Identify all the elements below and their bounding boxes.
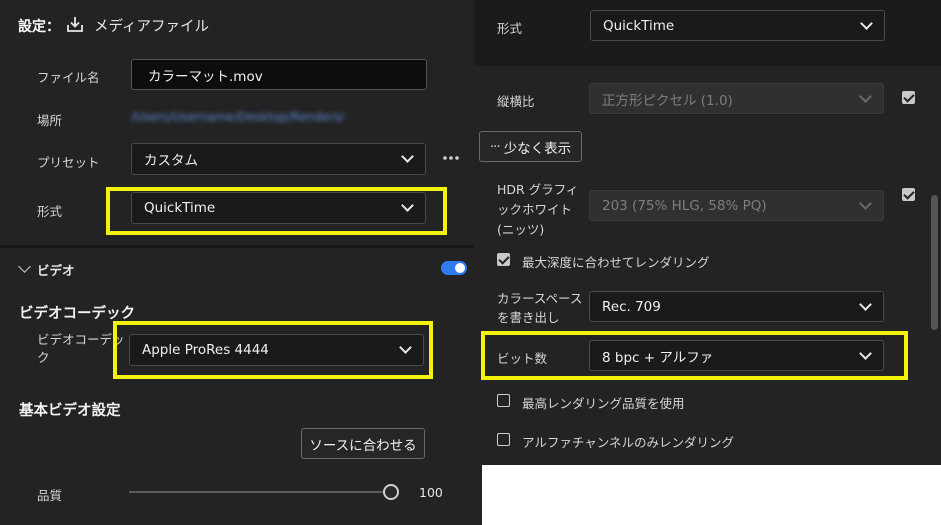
preset-dropdown[interactable]: カスタム bbox=[131, 143, 426, 175]
codec-label: ビデオコーデック bbox=[37, 332, 125, 365]
filename-label: ファイル名 bbox=[37, 70, 100, 85]
show-less-label: 少なく表示 bbox=[503, 140, 572, 157]
panel-edge bbox=[474, 465, 482, 525]
chevron-down-icon bbox=[859, 89, 872, 103]
quality-label: 品質 bbox=[37, 488, 63, 503]
scrollbar-thumb[interactable] bbox=[931, 195, 938, 330]
colorspace-dropdown[interactable]: Rec. 709 bbox=[589, 291, 884, 322]
highlight-box bbox=[106, 187, 447, 235]
highlight-box bbox=[481, 331, 908, 380]
alpha-only-label: アルファチャンネルのみレンダリング bbox=[522, 435, 735, 450]
chevron-down-icon bbox=[860, 16, 873, 30]
codec-section-title: ビデオコーデック bbox=[19, 306, 135, 322]
colorspace-label: カラースペースを書き出し bbox=[497, 291, 583, 325]
aspect-dropdown[interactable]: 正方形ピクセル (1.0) bbox=[589, 83, 884, 114]
download-icon bbox=[66, 15, 84, 33]
video-section-label: ビデオ bbox=[37, 263, 75, 278]
chevron-down-icon bbox=[859, 196, 872, 210]
more-icon: ··· bbox=[489, 138, 501, 155]
max-quality-label: 最高レンダリング品質を使用 bbox=[522, 396, 685, 411]
right-format-dropdown[interactable]: QuickTime bbox=[590, 10, 885, 41]
preset-label: プリセット bbox=[37, 155, 100, 170]
preset-value: カスタム bbox=[144, 153, 198, 169]
location-label: 場所 bbox=[37, 113, 63, 128]
show-less-button[interactable]: ··· 少なく表示 bbox=[479, 131, 582, 162]
aspect-label: 縦横比 bbox=[497, 94, 535, 109]
filename-value: カラーマット.mov bbox=[148, 68, 263, 85]
colorspace-value: Rec. 709 bbox=[602, 298, 661, 315]
hdr-dropdown[interactable]: 203 (75% HLG, 58% PQ) bbox=[589, 190, 884, 221]
hdr-label: HDR グラフィックホワイト (ニッツ) bbox=[497, 182, 579, 237]
right-format-label: 形式 bbox=[497, 21, 523, 36]
quality-slider-knob[interactable] bbox=[383, 484, 399, 500]
highlight-box bbox=[113, 321, 433, 379]
chevron-down-icon bbox=[859, 297, 872, 311]
format-label: 形式 bbox=[37, 204, 63, 219]
blank-area bbox=[474, 465, 941, 525]
filename-input[interactable]: カラーマット.mov bbox=[131, 59, 427, 90]
quality-slider-track[interactable] bbox=[129, 491, 391, 493]
settings-label: 設定： bbox=[18, 19, 60, 35]
max-depth-checkbox[interactable] bbox=[497, 253, 510, 266]
aspect-value: 正方形ピクセル (1.0) bbox=[602, 92, 733, 109]
right-format-value: QuickTime bbox=[603, 17, 675, 34]
aspect-checkbox[interactable] bbox=[902, 91, 915, 104]
hdr-checkbox[interactable] bbox=[902, 188, 915, 201]
video-toggle[interactable] bbox=[441, 261, 467, 275]
quality-value: 100 bbox=[419, 485, 443, 500]
max-quality-checkbox[interactable] bbox=[497, 394, 510, 407]
header-title: メディアファイル bbox=[94, 19, 209, 35]
max-depth-label: 最大深度に合わせてレンダリング bbox=[522, 255, 710, 270]
basic-video-title: 基本ビデオ設定 bbox=[19, 403, 121, 419]
chevron-down-icon bbox=[401, 150, 414, 163]
match-source-button[interactable]: ソースに合わせる bbox=[301, 428, 425, 459]
section-divider bbox=[0, 245, 474, 248]
hdr-value: 203 (75% HLG, 58% PQ) bbox=[602, 197, 767, 214]
alpha-only-checkbox[interactable] bbox=[497, 433, 510, 446]
location-link[interactable]: /Users/Username/Desktop/Renders/ bbox=[131, 110, 344, 124]
more-icon[interactable] bbox=[442, 152, 460, 164]
